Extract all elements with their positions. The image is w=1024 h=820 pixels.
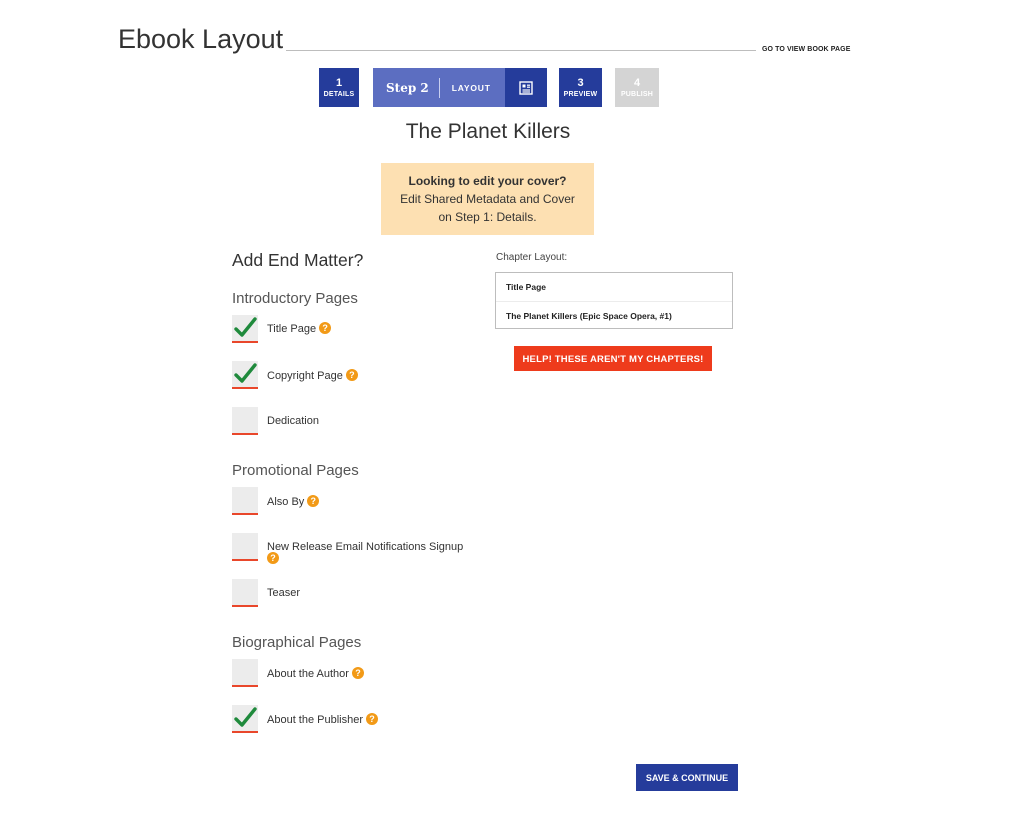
save-continue-button[interactable]: SAVE & CONTINUE <box>636 764 738 791</box>
option-also-by: Also By? <box>267 495 320 508</box>
layout-icon <box>505 68 547 107</box>
help-icon[interactable]: ? <box>307 495 320 508</box>
step-number: 1 <box>335 77 343 89</box>
option-label: About the Publisher <box>267 714 364 726</box>
help-icon[interactable]: ? <box>267 552 279 565</box>
help-icon[interactable]: ? <box>351 667 364 680</box>
option-label: About the Author <box>267 668 349 680</box>
checkbox-also-by[interactable] <box>232 487 258 515</box>
option-label: New Release Email Notifications Signup <box>267 541 464 553</box>
checkbox-new-release-signup[interactable] <box>232 533 258 561</box>
option-label: Also By <box>267 496 305 508</box>
edit-cover-notice: Looking to edit your cover? Edit Shared … <box>381 163 594 235</box>
option-label: Dedication <box>267 415 319 427</box>
checkbox-copyright-page[interactable] <box>232 361 258 389</box>
step-number: 4 <box>633 77 641 89</box>
step-label: PREVIEW <box>563 91 598 98</box>
checkbox-about-author[interactable] <box>232 659 258 687</box>
option-about-publisher: About the Publisher? <box>267 713 379 726</box>
checkbox-dedication[interactable] <box>232 407 258 435</box>
step-label: PUBLISH <box>620 91 654 98</box>
chapter-item[interactable]: The Planet Killers (Epic Space Opera, #1… <box>496 302 732 330</box>
checkmark-icon <box>234 707 257 727</box>
option-label: Title Page <box>267 323 317 335</box>
step-3-preview[interactable]: 3 PREVIEW <box>559 68 602 107</box>
chapter-item[interactable]: Title Page <box>496 273 732 302</box>
notice-heading: Looking to edit your cover? <box>408 174 567 188</box>
step-1-details[interactable]: 1 DETAILS <box>319 68 359 107</box>
option-copyright-page: Copyright Page? <box>267 369 358 382</box>
checkbox-about-publisher[interactable] <box>232 705 258 733</box>
step-number: Step 2 <box>373 77 440 98</box>
checkbox-teaser[interactable] <box>232 579 258 607</box>
option-dedication: Dedication <box>267 415 319 427</box>
step-4-publish: 4 PUBLISH <box>615 68 659 107</box>
section-biographical-pages: Biographical Pages <box>232 634 362 651</box>
step-number: 3 <box>577 77 584 89</box>
option-title-page: Title Page? <box>267 322 332 335</box>
notice-line-1: Edit Shared Metadata and Cover <box>400 192 575 206</box>
page-title: Ebook Layout <box>118 24 284 54</box>
book-title: The Planet Killers <box>405 120 571 143</box>
title-divider <box>286 50 756 51</box>
chapter-layout-label: Chapter Layout: <box>496 252 568 263</box>
step-2-layout[interactable]: Step 2 LAYOUT <box>373 68 547 107</box>
section-promotional-pages: Promotional Pages <box>232 462 359 479</box>
checkbox-title-page[interactable] <box>232 315 258 343</box>
option-new-release-signup: New Release Email Notifications Signup ? <box>267 541 463 565</box>
end-matter-title: Add End Matter? <box>232 250 364 270</box>
help-not-my-chapters-button[interactable]: HELP! THESE AREN'T MY CHAPTERS! <box>514 346 712 371</box>
checkmark-icon <box>234 317 257 337</box>
checkmark-icon <box>234 363 257 383</box>
option-about-author: About the Author? <box>267 667 364 680</box>
option-label: Teaser <box>267 587 301 599</box>
step-label: LAYOUT <box>451 82 491 93</box>
notice-line-2: on Step 1: Details. <box>438 210 537 224</box>
help-icon[interactable]: ? <box>366 713 379 726</box>
view-book-page-link[interactable]: GO TO VIEW BOOK PAGE <box>762 46 850 53</box>
section-introductory-pages: Introductory Pages <box>232 290 358 307</box>
help-icon[interactable]: ? <box>319 322 332 335</box>
help-icon[interactable]: ? <box>345 369 358 382</box>
step-label: DETAILS <box>323 91 355 98</box>
option-teaser: Teaser <box>267 587 300 599</box>
option-label: Copyright Page <box>267 370 343 382</box>
chapter-layout-list: Title Page The Planet Killers (Epic Spac… <box>495 272 733 329</box>
